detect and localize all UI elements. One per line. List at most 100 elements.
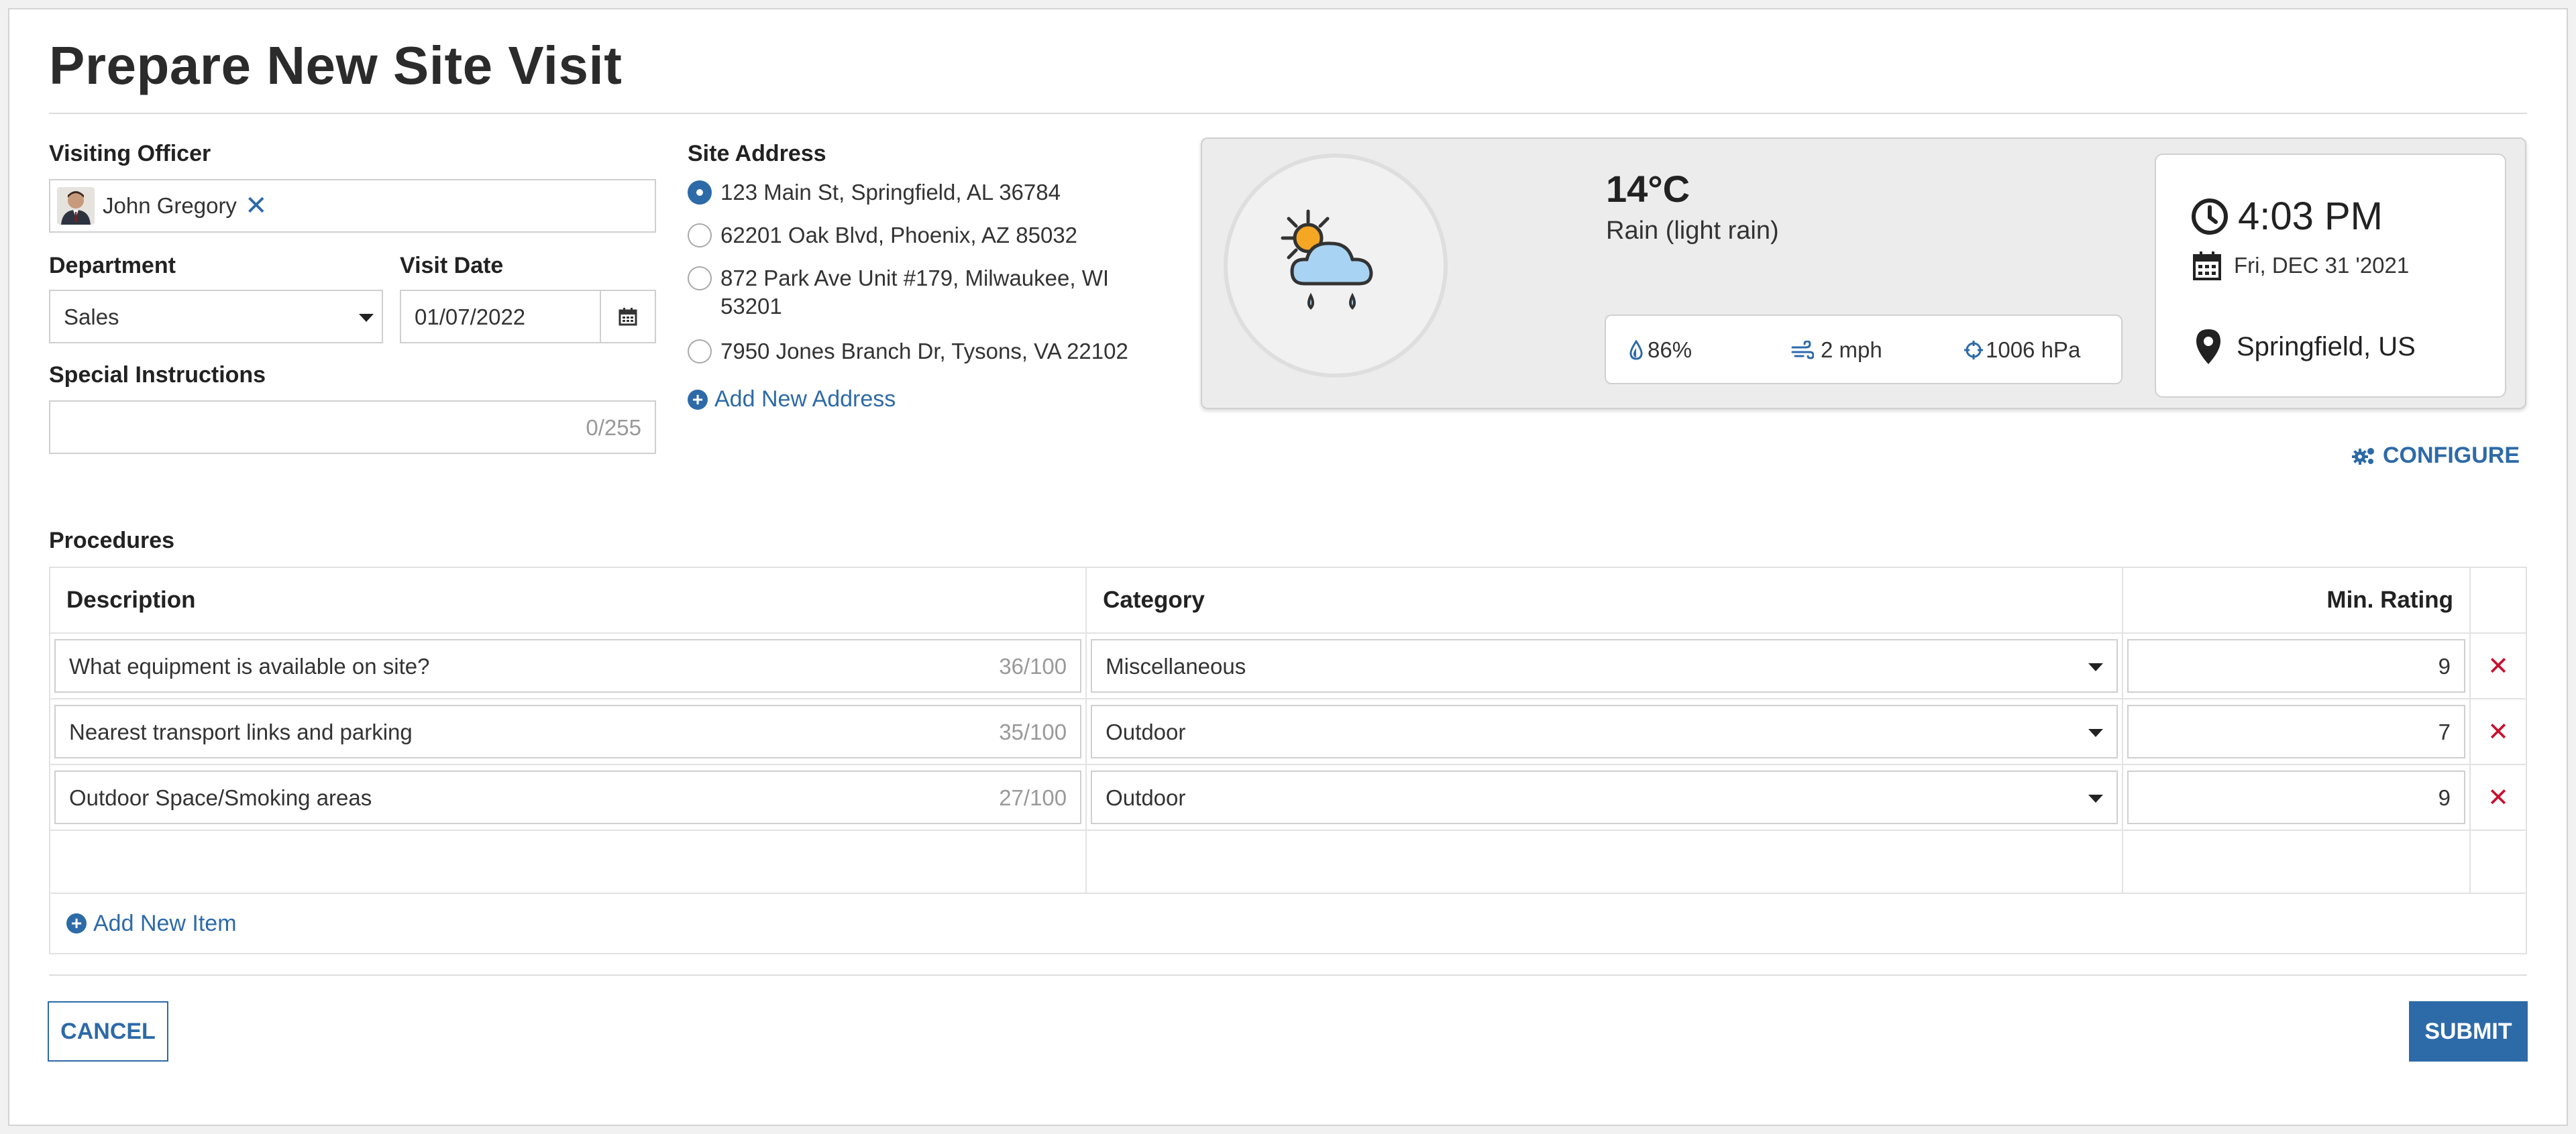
chevron-down-icon <box>2088 663 2104 671</box>
add-new-address-label: Add New Address <box>714 386 896 412</box>
datetime-panel: 4:03 PM Fri, DEC 31 '2021 Springfield, U… <box>2155 154 2506 398</box>
category-select[interactable]: Outdoor <box>1091 771 2118 824</box>
address-text-line2: 53201 <box>720 294 782 319</box>
officer-name: John Gregory <box>103 193 237 218</box>
department-select[interactable]: Sales <box>49 290 383 343</box>
weather-widget: 14°C Rain (light rain) 86% 2 mph 1006 hP… <box>1201 137 2526 409</box>
address-text: 7950 Jones Branch Dr, Tysons, VA 22102 <box>720 339 1128 363</box>
description-value: Outdoor Space/Smoking areas <box>69 785 372 810</box>
category-select[interactable]: Miscellaneous <box>1091 639 2118 693</box>
table-row: What equipment is available on site? 36/… <box>48 632 2527 699</box>
column-header-category: Category <box>1085 567 2124 634</box>
min-rating-value: 7 <box>2438 720 2451 744</box>
crosshair-icon <box>1964 341 1983 359</box>
humidity-value: 86% <box>1648 337 1693 362</box>
category-value: Outdoor <box>1106 720 1186 744</box>
category-value: Outdoor <box>1106 785 1186 810</box>
title-divider <box>49 113 2527 114</box>
address-text: 872 Park Ave Unit #179, Milwaukee, WI <box>720 266 1110 290</box>
table-header-row: Description Category Min. Rating <box>48 567 2527 634</box>
address-radio[interactable] <box>688 266 712 290</box>
submit-button[interactable]: SUBMIT <box>2409 1001 2528 1062</box>
address-radio[interactable] <box>688 339 712 363</box>
visit-date-label: Visit Date <box>400 253 504 278</box>
cancel-button[interactable]: CANCEL <box>48 1001 168 1062</box>
weather-condition: Rain (light rain) <box>1606 217 1779 245</box>
delete-row-icon[interactable]: ✕ <box>2487 718 2509 746</box>
category-select[interactable]: Outdoor <box>1091 705 2118 758</box>
wind-value: 2 mph <box>1821 337 1882 362</box>
page-title: Prepare New Site Visit <box>49 36 623 95</box>
min-rating-value: 9 <box>2438 654 2451 679</box>
chevron-down-icon <box>2088 795 2104 803</box>
current-date: Fri, DEC 31 '2021 <box>2234 253 2410 278</box>
calendar-button[interactable] <box>600 290 656 343</box>
time-row: 4:03 PM <box>2191 194 2383 239</box>
description-counter: 35/100 <box>999 720 1067 744</box>
department-label: Department <box>49 253 176 278</box>
description-input[interactable]: Outdoor Space/Smoking areas 27/100 <box>54 771 1082 824</box>
add-new-item-link[interactable]: + Add New Item <box>66 911 2526 937</box>
description-input[interactable]: What equipment is available on site? 36/… <box>54 639 1082 693</box>
humidity-stat: 86% <box>1629 337 1692 363</box>
current-time: 4:03 PM <box>2238 194 2383 238</box>
visit-date-input[interactable]: 01/07/2022 <box>400 290 601 343</box>
special-instructions-label: Special Instructions <box>49 362 266 388</box>
add-new-address-link[interactable]: + Add New Address <box>688 386 896 412</box>
procedures-table: Description Category Min. Rating What eq… <box>48 567 2527 954</box>
weather-icon-circle <box>1224 154 1448 378</box>
clock-icon <box>2192 198 2228 235</box>
visiting-officer-label: Visiting Officer <box>49 141 211 166</box>
footer-divider <box>49 974 2527 976</box>
address-option[interactable]: 123 Main St, Springfield, AL 36784 <box>688 178 1061 205</box>
pressure-stat: 1006 hPa <box>1963 337 2080 363</box>
special-instructions-input[interactable]: 0/255 <box>49 400 656 454</box>
partly-cloudy-rain-icon <box>1281 209 1373 310</box>
visit-date-value: 01/07/2022 <box>415 304 526 329</box>
description-value: Nearest transport links and parking <box>69 720 413 744</box>
weather-temperature: 14°C <box>1606 168 1690 210</box>
remove-officer-icon[interactable]: ✕ <box>245 192 268 219</box>
address-text: 62201 Oak Blvd, Phoenix, AZ 85032 <box>720 223 1078 247</box>
location-row: Springfield, US <box>2195 328 2416 365</box>
description-value: What equipment is available on site? <box>69 654 430 679</box>
description-input[interactable]: Nearest transport links and parking 35/1… <box>54 705 1082 758</box>
min-rating-input[interactable]: 9 <box>2127 771 2466 824</box>
add-new-item-label: Add New Item <box>93 910 237 936</box>
address-radio[interactable] <box>688 223 712 247</box>
address-text: 123 Main St, Springfield, AL 36784 <box>720 180 1061 205</box>
min-rating-value: 9 <box>2438 785 2451 810</box>
address-radio[interactable] <box>688 180 712 205</box>
column-header-min-rating: Min. Rating <box>2122 567 2471 634</box>
plus-circle-icon: + <box>688 389 708 410</box>
procedures-label: Procedures <box>49 528 175 553</box>
configure-label: CONFIGURE <box>2383 443 2520 468</box>
wind-stat: 2 mph <box>1791 337 1882 363</box>
plus-circle-icon: + <box>66 913 87 933</box>
configure-button[interactable]: CONFIGURE <box>2352 443 2520 469</box>
delete-row-icon[interactable]: ✕ <box>2487 784 2509 812</box>
weather-stats: 86% 2 mph 1006 hPa <box>1605 315 2123 384</box>
department-value: Sales <box>64 304 119 329</box>
pressure-value: 1006 hPa <box>1986 337 2081 362</box>
visiting-officer-input[interactable]: John Gregory ✕ <box>49 179 656 233</box>
officer-chip: John Gregory ✕ <box>57 186 267 226</box>
column-header-description: Description <box>48 567 1087 634</box>
category-value: Miscellaneous <box>1106 654 1246 679</box>
calendar-icon <box>619 308 637 326</box>
min-rating-input[interactable]: 7 <box>2127 705 2466 758</box>
add-item-row: + Add New Item <box>49 893 2527 954</box>
delete-row-icon[interactable]: ✕ <box>2487 653 2509 681</box>
avatar <box>57 187 95 225</box>
date-row: Fri, DEC 31 '2021 <box>2192 250 2409 281</box>
special-instructions-counter: 0/255 <box>586 415 641 440</box>
description-counter: 27/100 <box>999 785 1067 810</box>
description-counter: 36/100 <box>999 654 1067 679</box>
wind-icon <box>1791 341 1814 359</box>
chevron-down-icon <box>359 314 374 322</box>
column-header-actions <box>2469 567 2527 634</box>
chevron-down-icon <box>2088 729 2104 737</box>
site-address-label: Site Address <box>688 141 826 166</box>
min-rating-input[interactable]: 9 <box>2127 639 2466 693</box>
table-row: Nearest transport links and parking 35/1… <box>48 698 2527 765</box>
